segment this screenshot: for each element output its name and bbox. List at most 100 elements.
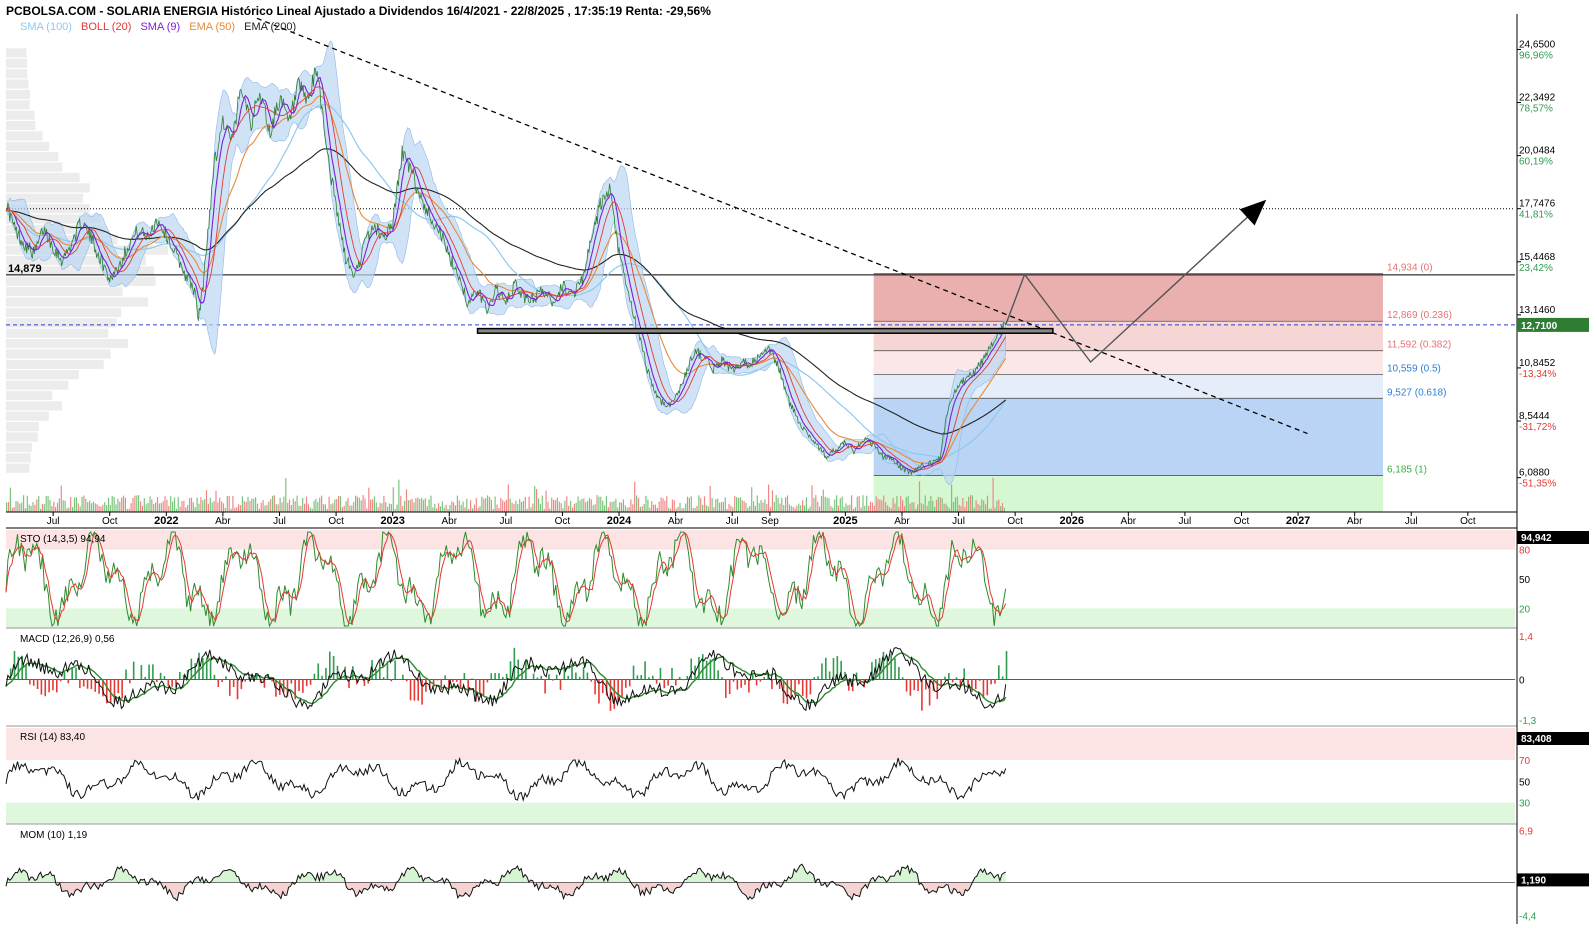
macd-histogram-bar <box>986 679 989 696</box>
volume-bar <box>911 502 913 512</box>
stock-chart: 14,934 (0) 12,869 (0.236) 11,592 (0.382) 10… <box>5 14 1589 924</box>
volume-bar <box>124 497 126 512</box>
macd-histogram-bar <box>417 679 420 701</box>
price-tick-label: 24,6500 <box>1519 39 1556 50</box>
volume-bar <box>781 498 783 512</box>
volume-bar <box>341 507 343 512</box>
volume-bar <box>196 497 198 512</box>
macd-histogram-bar <box>425 679 427 692</box>
volume-bar <box>156 497 159 512</box>
volume-bar <box>134 495 136 512</box>
macd-histogram-bar <box>628 679 631 687</box>
volume-bar <box>139 501 142 512</box>
volume-bar <box>307 504 309 512</box>
volume-bar <box>351 505 353 512</box>
time-tick-label: Abr <box>1121 516 1137 527</box>
volume-bar <box>841 496 843 512</box>
volume-bar <box>815 495 817 512</box>
time-tick-label: Sep <box>761 516 779 527</box>
macd-histogram-bar <box>805 679 808 699</box>
time-tick-label: Jul <box>273 516 286 527</box>
macd-histogram-bar <box>152 664 154 680</box>
volume-bar <box>786 495 789 512</box>
volume-bar <box>409 499 411 512</box>
volume-bar <box>656 507 658 512</box>
volume-bar <box>256 503 259 512</box>
volume-bar <box>268 501 270 512</box>
macd-histogram-bar <box>567 675 569 680</box>
volume-bar <box>285 478 287 512</box>
macd-histogram-bar <box>505 673 508 680</box>
time-tick-label: Oct <box>1007 516 1023 527</box>
volume-bar <box>832 507 834 512</box>
macd-histogram-bar <box>394 660 396 680</box>
macd-histogram-bar <box>744 679 746 685</box>
volume-bar <box>951 484 953 512</box>
chart-title: PCBOLSA.COM - SOLARIA ENERGIA Histórico … <box>6 4 711 18</box>
macd-histogram-bar <box>625 679 627 688</box>
macd-histogram-bar <box>721 677 723 680</box>
volume-bar <box>888 506 890 512</box>
volume-bar <box>719 502 721 512</box>
volume-bar <box>141 505 143 512</box>
volume-bar <box>881 500 883 512</box>
volume-bar <box>362 495 364 512</box>
volume-bar <box>264 505 266 512</box>
volume-bar <box>603 505 606 512</box>
macd-histogram-bar <box>317 663 320 680</box>
volume-bar <box>817 501 819 512</box>
volume-bar <box>581 498 583 512</box>
volume-bar <box>792 506 794 512</box>
volume-bar <box>66 508 68 512</box>
volume-bar <box>405 489 408 512</box>
volume-bar <box>273 495 275 512</box>
macd-histogram-bar <box>809 679 812 695</box>
volume-bar <box>511 502 513 512</box>
volume-bar <box>869 501 872 512</box>
volume-bar <box>964 507 966 512</box>
volume-bar <box>802 500 804 512</box>
volume-profile-bar <box>6 359 104 369</box>
volume-bar <box>17 501 19 512</box>
mom-current-label: 1,190 <box>1521 875 1546 886</box>
volume-bar <box>164 496 166 512</box>
volume-bar <box>779 503 781 512</box>
macd-histogram-bar <box>736 679 739 690</box>
volume-bar <box>986 495 989 512</box>
volume-bar <box>149 496 151 512</box>
volume-bar <box>615 498 617 512</box>
volume-bar <box>334 499 336 512</box>
volume-bar <box>370 499 372 512</box>
macd-histogram-bar <box>682 679 685 681</box>
volume-bar <box>221 501 223 512</box>
volume-bar <box>930 496 932 512</box>
volume-bar <box>81 496 83 512</box>
time-tick-label: Abr <box>668 516 684 527</box>
volume-bar <box>788 504 790 512</box>
volume-bar <box>692 507 694 512</box>
volume-bar <box>43 504 45 512</box>
volume-bar <box>234 507 236 512</box>
volume-bar <box>939 497 941 512</box>
macd-histogram-bar <box>236 679 239 700</box>
macd-histogram-bar <box>398 679 400 680</box>
rsi-level-label: 30 <box>1519 799 1531 810</box>
macd-histogram-bar <box>244 679 246 682</box>
volume-bar <box>317 502 319 512</box>
volume-profile-bar <box>6 338 128 349</box>
volume-bar <box>698 495 700 512</box>
price-tick-label: 20,0484 <box>1519 146 1556 157</box>
volume-bar <box>239 505 242 512</box>
macd-histogram-bar <box>898 666 900 680</box>
volume-bar <box>368 487 370 512</box>
volume-bar <box>666 496 668 512</box>
fib-zone <box>873 273 1383 322</box>
macd-histogram-bar <box>948 672 950 680</box>
volume-profile-bar <box>6 89 30 100</box>
volume-bar <box>836 495 838 512</box>
volume-profile-bar <box>6 380 69 390</box>
volume-bar <box>313 500 315 512</box>
macd-histogram-bar <box>890 654 892 680</box>
macd-histogram-bar <box>763 677 766 680</box>
volume-bar <box>717 498 719 512</box>
